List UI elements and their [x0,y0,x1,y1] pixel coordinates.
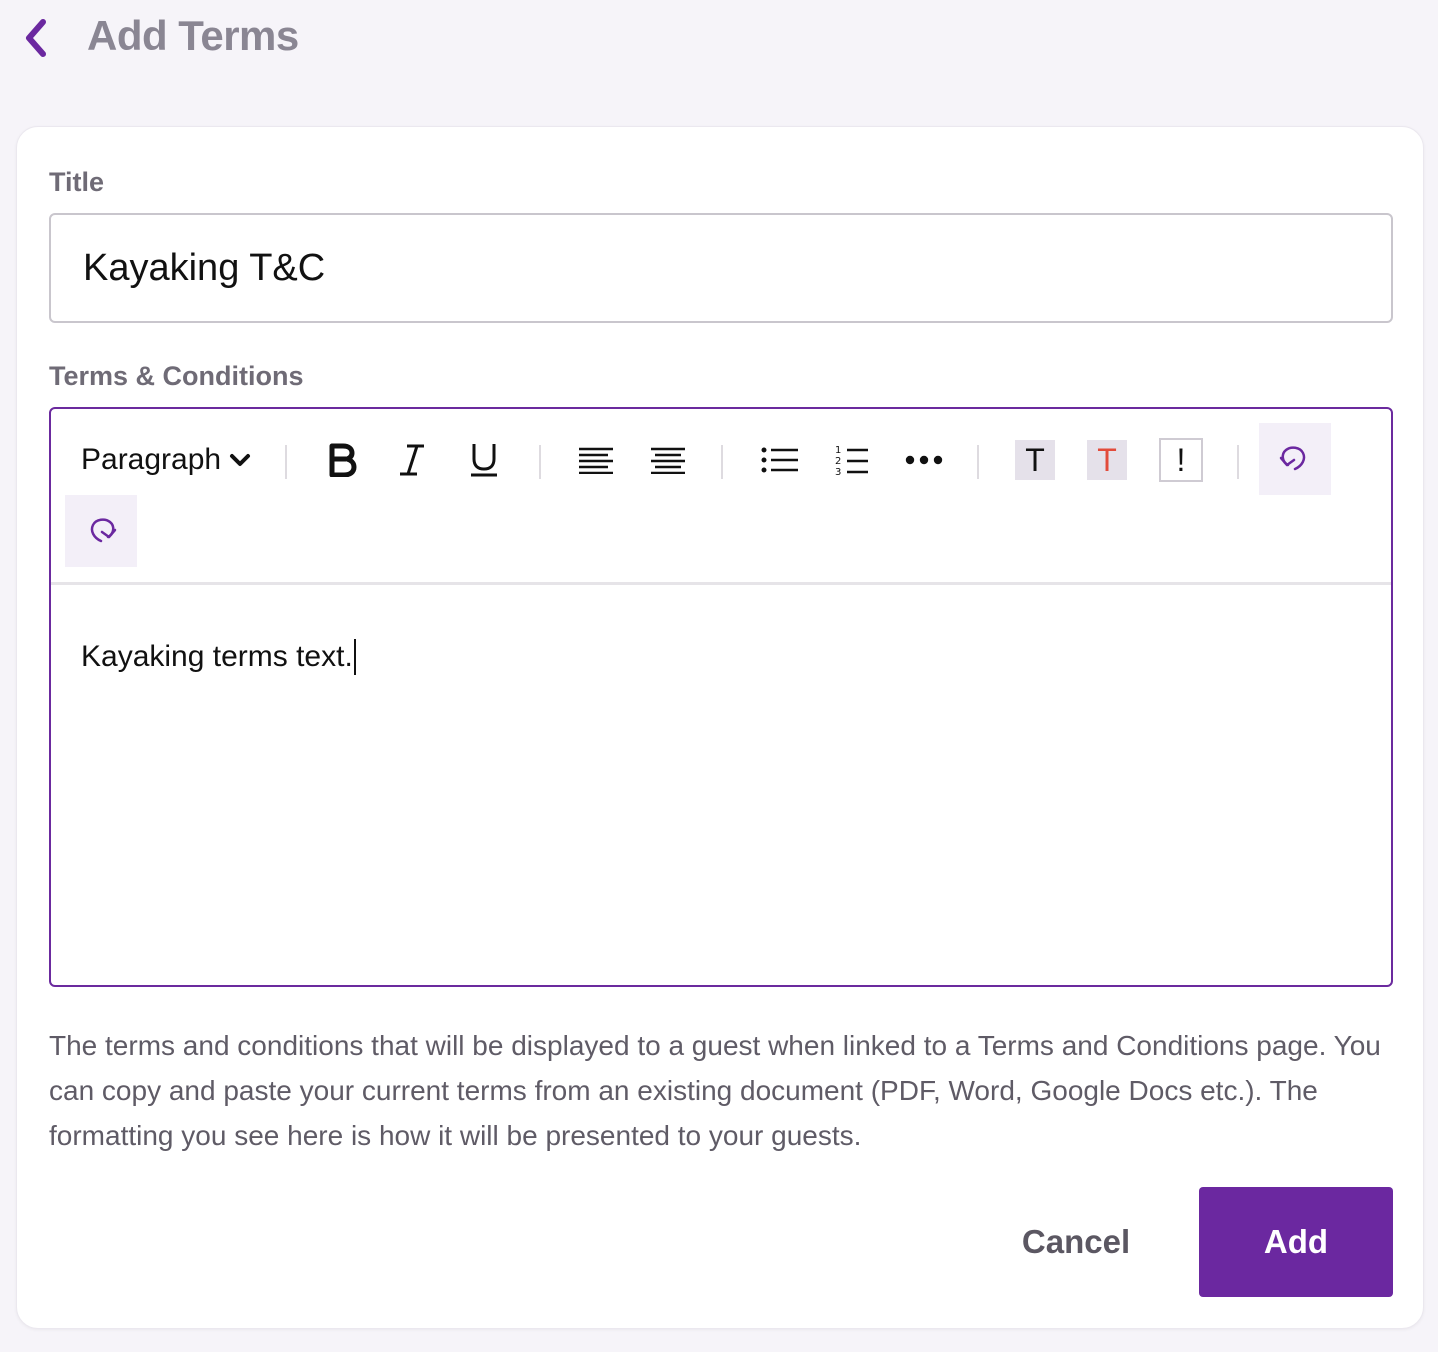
terms-form-card: Title Terms & Conditions Paragraph [16,126,1424,1329]
undo-icon [1279,446,1306,471]
svg-text:2: 2 [835,456,841,467]
bullet-list-icon [761,447,798,473]
italic-icon [400,444,424,476]
toolbar-separator [285,445,287,479]
chevron-down-icon [230,454,251,466]
redo-icon [90,518,117,543]
more-icon [905,455,943,465]
underline-button[interactable] [461,437,507,483]
toolbar-separator [977,445,979,479]
align-center-icon [651,447,685,474]
text-color-icon: T [1097,441,1117,478]
page-title: Add Terms [87,12,299,59]
redo-button[interactable] [65,495,137,567]
block-format-value: Paragraph [81,443,222,476]
text-background-icon: T [1025,441,1045,478]
align-left-button[interactable] [573,437,619,483]
page-header: Add Terms [0,0,1438,80]
align-left-icon [579,447,613,474]
italic-button[interactable] [389,437,435,483]
more-button[interactable] [901,437,947,483]
add-button[interactable]: Add [1199,1187,1393,1297]
editor-text: Kayaking terms text. [81,640,353,673]
help-text: The terms and conditions that will be di… [49,1030,1381,1151]
back-button[interactable] [14,14,58,62]
bold-icon [329,443,357,477]
undo-button[interactable] [1259,423,1331,495]
numbered-list-icon: 1 2 3 [835,445,868,477]
block-format-select[interactable]: Paragraph [81,439,251,481]
special-character-icon: ! [1176,441,1186,478]
toolbar-separator [721,445,723,479]
svg-text:3: 3 [835,467,841,477]
numbered-list-button[interactable]: 1 2 3 [829,437,875,483]
bullet-list-button[interactable] [757,437,803,483]
chevron-left-icon [26,19,46,57]
align-center-button[interactable] [645,437,691,483]
terms-label: Terms & Conditions [49,361,304,391]
toolbar-separator [539,445,541,479]
bold-button[interactable] [319,437,365,483]
special-character-button[interactable]: ! [1159,438,1203,482]
title-label: Title [49,167,105,197]
toolbar-separator [1237,445,1239,479]
underline-icon [471,444,497,477]
text-background-button[interactable]: T [1015,440,1055,480]
svg-text:1: 1 [835,445,841,456]
editor-toolbar: Paragraph 1 2 3 T T ! [51,409,1391,585]
cancel-button[interactable]: Cancel [1001,1187,1151,1297]
rich-text-editor: Paragraph 1 2 3 T T ! Kayaking terms tex… [49,407,1393,987]
text-color-button[interactable]: T [1087,440,1127,480]
editor-content[interactable]: Kayaking terms text. [81,639,356,675]
text-caret [353,639,356,675]
title-input[interactable] [49,213,1393,323]
